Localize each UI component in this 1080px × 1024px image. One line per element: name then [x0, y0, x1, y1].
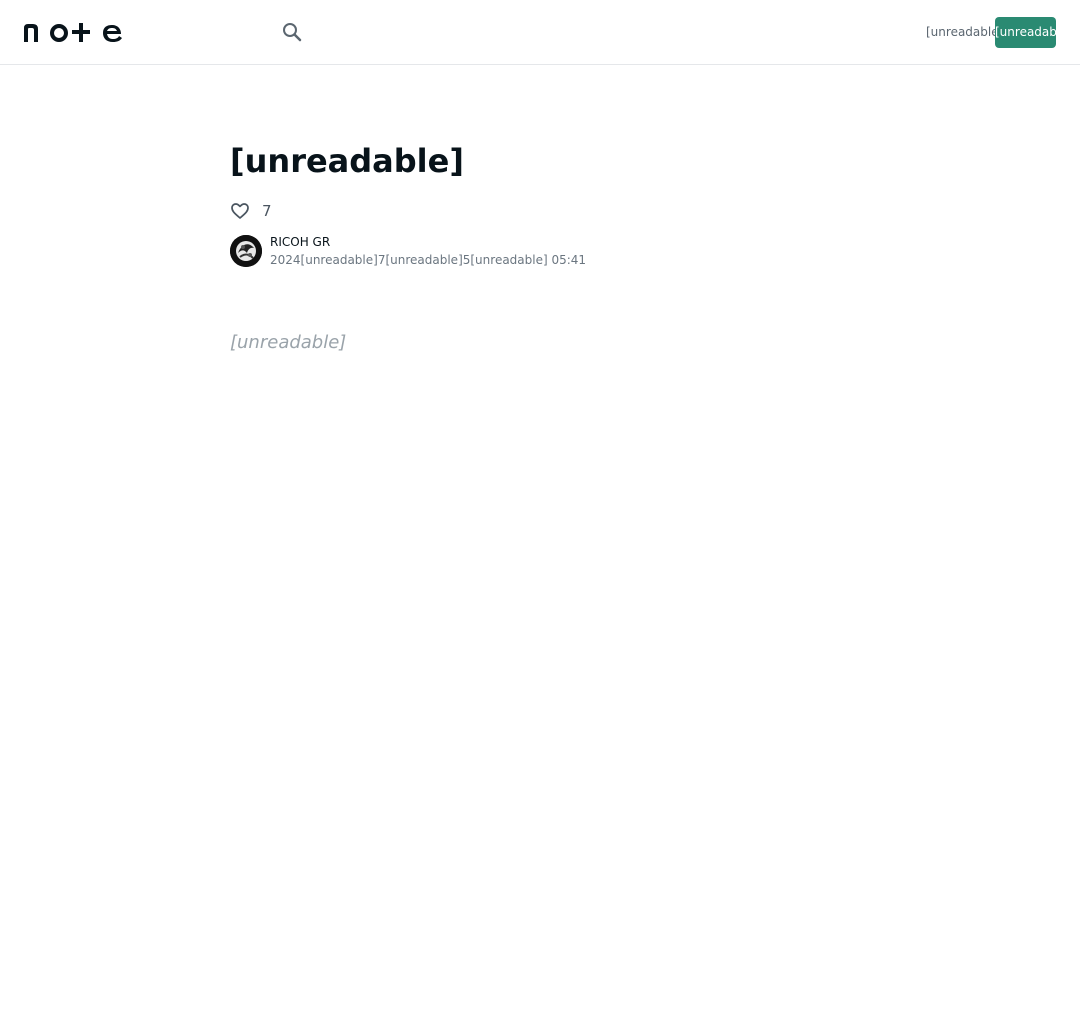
login-link[interactable]: [unreadable]	[926, 22, 1003, 42]
article: [unreadable] 7 RICOH GR 2024[unreadable]…	[230, 128, 850, 361]
author-row: RICOH GR 2024[unreadable]7[unreadable]5[…	[230, 235, 850, 267]
author-name[interactable]: RICOH GR	[270, 235, 586, 249]
like-count: 7	[262, 202, 272, 220]
author-meta: RICOH GR 2024[unreadable]7[unreadable]5[…	[270, 235, 586, 267]
search-icon[interactable]	[282, 22, 302, 42]
author-avatar[interactable]	[230, 235, 262, 267]
note-logo[interactable]	[24, 22, 122, 42]
like-row: 7	[230, 202, 850, 220]
heart-outline-icon[interactable]	[230, 201, 250, 221]
article-body-text: [unreadable]	[230, 325, 850, 361]
article-body: [unreadable]	[230, 325, 850, 361]
signup-button[interactable]: [unreadable]	[995, 17, 1072, 48]
site-header: [unreadable] [unreadable]	[0, 0, 1080, 65]
post-date: 2024[unreadable]7[unreadable]5[unreadabl…	[270, 253, 587, 267]
article-title: [unreadable]	[230, 142, 464, 180]
author-avatar-image	[230, 235, 262, 267]
article-body-placeholder: [unreadable]	[230, 332, 347, 353]
